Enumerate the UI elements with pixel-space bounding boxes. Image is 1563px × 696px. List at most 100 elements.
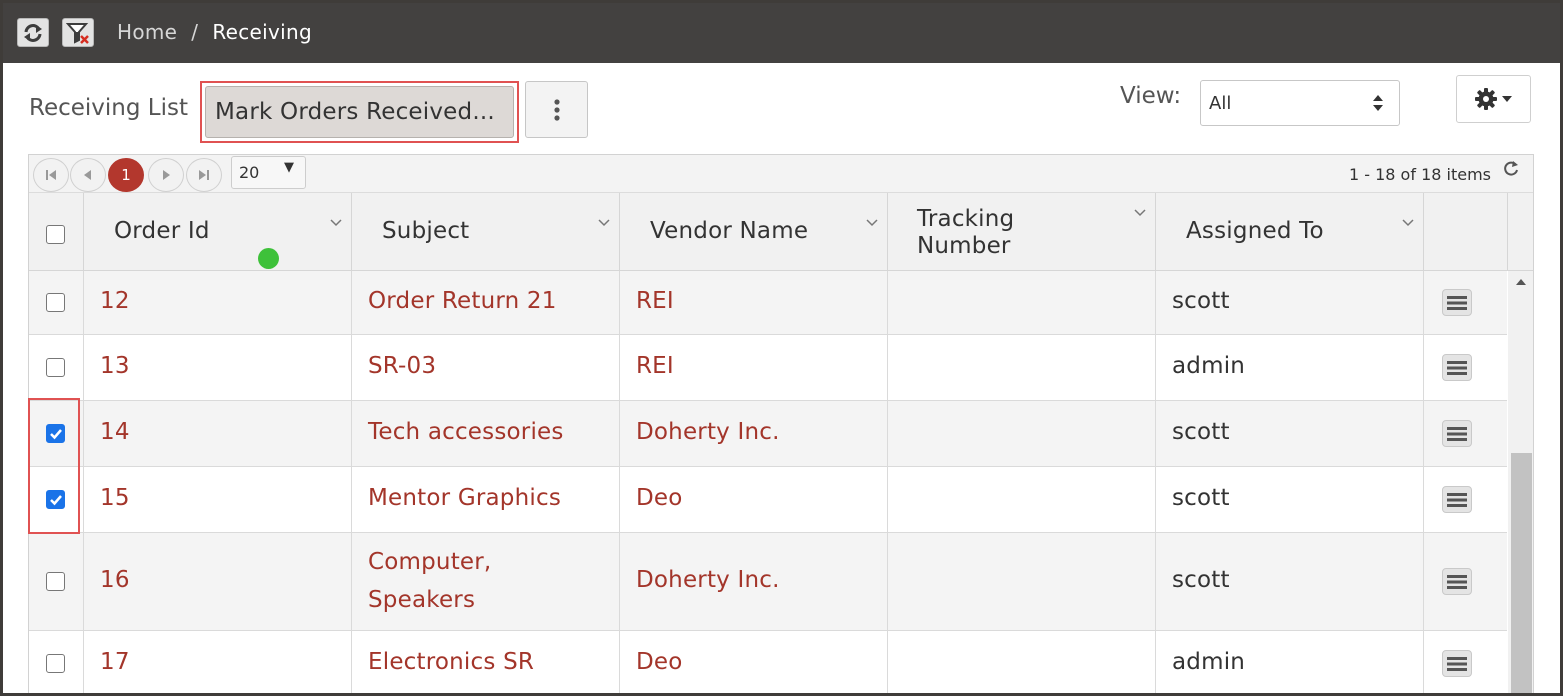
order-id-link[interactable]: 16 bbox=[100, 567, 130, 593]
vendor-link[interactable]: Deo bbox=[636, 649, 683, 675]
row-actions-cell bbox=[1424, 533, 1508, 630]
last-page-icon bbox=[199, 170, 209, 180]
first-page-button[interactable] bbox=[33, 158, 69, 192]
assigned-to: scott bbox=[1172, 567, 1230, 593]
order-id-link[interactable]: 17 bbox=[100, 649, 130, 675]
vendor-link[interactable]: Doherty Inc. bbox=[636, 419, 780, 445]
more-actions-button[interactable] bbox=[525, 81, 588, 138]
select-all-checkbox[interactable] bbox=[46, 225, 65, 244]
order-id-link[interactable]: 15 bbox=[100, 485, 130, 511]
subject-line2[interactable]: Speakers bbox=[368, 587, 475, 613]
chevron-down-icon[interactable] bbox=[866, 219, 878, 227]
header-tracking-line1: Tracking bbox=[917, 206, 1015, 232]
page-size-select[interactable]: 20 ▼ bbox=[231, 156, 306, 189]
order-id-link[interactable]: 12 bbox=[100, 288, 130, 314]
settings-button[interactable] bbox=[1456, 75, 1531, 123]
row-checkbox[interactable] bbox=[46, 358, 65, 377]
chevron-down-icon[interactable] bbox=[1134, 209, 1146, 217]
row-menu-button[interactable] bbox=[1442, 420, 1472, 447]
vendor-link[interactable]: Deo bbox=[636, 485, 683, 511]
table-row[interactable]: 15 Mentor Graphics Deo scott bbox=[29, 467, 1507, 533]
header-order-id[interactable]: Order Id bbox=[84, 193, 352, 271]
tracking-number-cell bbox=[888, 533, 1156, 630]
assigned-to-cell: admin bbox=[1156, 631, 1424, 693]
row-menu-button[interactable] bbox=[1442, 486, 1472, 513]
subject-link[interactable]: Computer, Speakers bbox=[368, 543, 491, 619]
assigned-to: scott bbox=[1172, 485, 1230, 511]
subject-link-cell: Tech accessories bbox=[352, 401, 620, 466]
last-page-button[interactable] bbox=[186, 158, 222, 192]
subject-link[interactable]: SR-03 bbox=[368, 353, 436, 379]
grid-header: Order Id Subject Vendor Name Tracking Num… bbox=[29, 193, 1533, 271]
header-subject[interactable]: Subject bbox=[352, 193, 620, 271]
row-menu-button[interactable] bbox=[1442, 568, 1472, 595]
subject-link[interactable]: Mentor Graphics bbox=[368, 485, 561, 511]
order-id-link-cell: 13 bbox=[84, 335, 352, 400]
table-row[interactable]: 14 Tech accessories Doherty Inc. scott bbox=[29, 401, 1507, 467]
scroll-up-icon[interactable] bbox=[1516, 279, 1526, 285]
subject-link-cell: SR-03 bbox=[352, 335, 620, 400]
hamburger-menu-icon bbox=[1447, 656, 1467, 671]
scrollbar-thumb[interactable] bbox=[1511, 453, 1532, 693]
vertical-scrollbar[interactable] bbox=[1508, 271, 1533, 693]
hamburger-menu-icon bbox=[1447, 574, 1467, 589]
header-actions bbox=[1424, 193, 1508, 271]
status-indicator-dot bbox=[258, 248, 279, 269]
pager-info: 1 - 18 of 18 items bbox=[1348, 165, 1491, 184]
header-select-cell bbox=[29, 193, 84, 271]
assigned-to: scott bbox=[1172, 419, 1230, 445]
clear-filter-button[interactable] bbox=[62, 18, 94, 47]
vendor-link-cell: Deo bbox=[620, 467, 888, 532]
subject-link[interactable]: Electronics SR bbox=[368, 649, 534, 675]
header-tracking-number[interactable]: Tracking Number bbox=[888, 193, 1156, 271]
breadcrumb-current: Receiving bbox=[212, 20, 312, 44]
order-id-link-cell: 14 bbox=[84, 401, 352, 466]
chevron-down-icon[interactable] bbox=[1402, 219, 1414, 227]
table-row[interactable]: 17 Electronics SR Deo admin bbox=[29, 631, 1507, 693]
row-checkbox[interactable] bbox=[46, 572, 65, 591]
vendor-link[interactable]: REI bbox=[636, 288, 674, 314]
view-select[interactable]: All bbox=[1200, 80, 1400, 126]
subject-link-cell: Mentor Graphics bbox=[352, 467, 620, 532]
vendor-link-cell: REI bbox=[620, 271, 888, 334]
chevron-down-icon[interactable] bbox=[598, 219, 610, 227]
order-id-link[interactable]: 14 bbox=[100, 419, 130, 445]
vertical-ellipsis-icon bbox=[553, 98, 560, 121]
hamburger-menu-icon bbox=[1447, 426, 1467, 441]
table-row[interactable]: 13 SR-03 REI admin bbox=[29, 335, 1507, 401]
vendor-link-cell: REI bbox=[620, 335, 888, 400]
header-assigned-to[interactable]: Assigned To bbox=[1156, 193, 1424, 271]
hamburger-menu-icon bbox=[1447, 295, 1467, 310]
row-actions-cell bbox=[1424, 467, 1508, 532]
row-menu-button[interactable] bbox=[1442, 354, 1472, 381]
subject-line1[interactable]: Computer, bbox=[368, 549, 491, 575]
vendor-link[interactable]: Doherty Inc. bbox=[636, 567, 780, 593]
breadcrumb-home[interactable]: Home bbox=[117, 20, 177, 44]
current-page-button[interactable]: 1 bbox=[108, 158, 144, 192]
header-vendor-name[interactable]: Vendor Name bbox=[620, 193, 888, 271]
vendor-link-cell: Deo bbox=[620, 631, 888, 693]
header-vendor-name-label: Vendor Name bbox=[650, 218, 809, 244]
row-checkbox[interactable] bbox=[46, 293, 65, 312]
chevron-down-icon[interactable] bbox=[330, 219, 342, 227]
vendor-link[interactable]: REI bbox=[636, 353, 674, 379]
refresh-button[interactable] bbox=[17, 18, 49, 47]
mark-orders-received-button[interactable]: Mark Orders Received... bbox=[205, 86, 514, 138]
refresh-icon[interactable] bbox=[1502, 160, 1520, 178]
prev-page-button[interactable] bbox=[70, 158, 106, 192]
order-id-link[interactable]: 13 bbox=[100, 353, 130, 379]
row-select-cell bbox=[29, 335, 84, 400]
table-row[interactable]: 12 Order Return 21 REI scott bbox=[29, 271, 1507, 335]
row-menu-button[interactable] bbox=[1442, 650, 1472, 677]
next-page-button[interactable] bbox=[148, 158, 184, 192]
breadcrumb-separator: / bbox=[191, 20, 199, 44]
table-row[interactable]: 16 Computer, Speakers Doherty Inc. scott bbox=[29, 533, 1507, 631]
subject-link[interactable]: Tech accessories bbox=[368, 419, 564, 445]
subject-link[interactable]: Order Return 21 bbox=[368, 288, 557, 314]
row-checkbox[interactable] bbox=[46, 654, 65, 673]
row-menu-button[interactable] bbox=[1442, 289, 1472, 316]
receiving-grid: 1 20 ▼ 1 - 18 of 18 items Order Id Subje… bbox=[28, 154, 1534, 693]
vendor-link-cell: Doherty Inc. bbox=[620, 533, 888, 630]
assigned-to: scott bbox=[1172, 288, 1230, 314]
order-id-link-cell: 17 bbox=[84, 631, 352, 693]
